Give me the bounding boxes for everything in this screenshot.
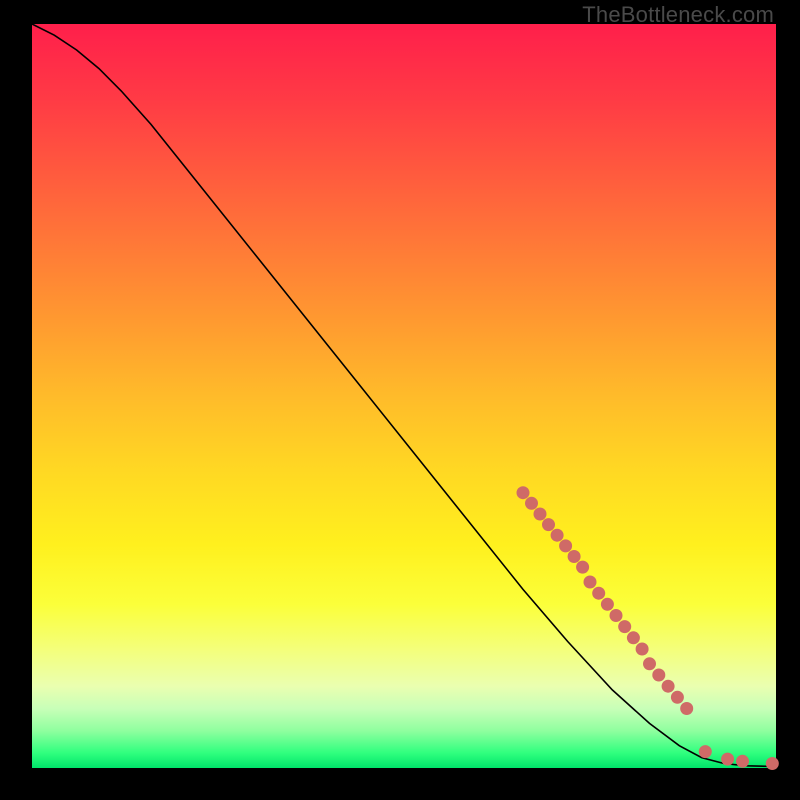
data-dot [627,631,640,644]
data-dot [525,497,538,510]
data-dot [680,702,693,715]
data-dot [736,755,749,768]
data-dot [662,680,675,693]
data-dot [721,753,734,766]
data-dot [559,539,572,552]
data-dot [584,576,597,589]
data-dot [610,609,623,622]
data-dot [534,508,547,521]
data-dot [517,486,530,499]
data-dot [568,550,581,563]
data-dot [601,598,614,611]
chart-frame: TheBottleneck.com [0,0,800,800]
bottleneck-curve [32,24,776,767]
data-dot [542,518,555,531]
data-dot [576,561,589,574]
data-dot [699,745,712,758]
data-dot [551,529,564,542]
data-dot [643,657,656,670]
data-dot [652,669,665,682]
watermark-text: TheBottleneck.com [582,2,774,28]
plot-area [32,24,776,768]
data-dot [671,691,684,704]
data-dot [592,587,605,600]
chart-svg [32,24,776,768]
data-dot [766,757,779,770]
data-dot [636,643,649,656]
data-dot [618,620,631,633]
